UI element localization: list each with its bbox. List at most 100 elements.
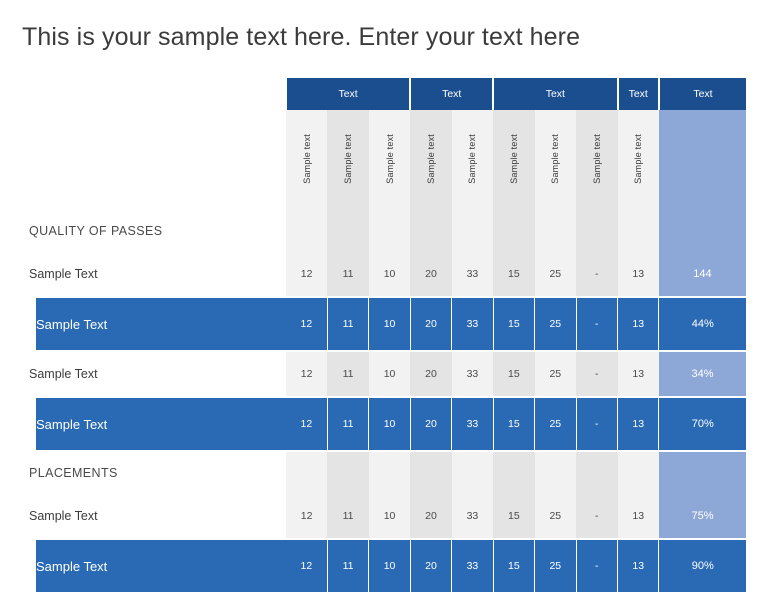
data-cell	[368, 210, 411, 252]
data-cell: 12	[285, 351, 328, 397]
data-cell: 33	[451, 494, 494, 539]
sub-header-9[interactable]: Sample text	[617, 110, 659, 210]
data-cell: 10	[368, 494, 411, 539]
data-matrix-table: Text Text Text Text Text Sample text Sample t…	[22, 78, 746, 594]
column-group-header-5[interactable]: Text	[657, 78, 746, 110]
table-row[interactable]: Sample Text 12 11 10 20 33 15 25-13 44%	[22, 296, 746, 352]
data-cell: 25	[534, 494, 577, 539]
total-cell: 90%	[658, 538, 746, 594]
column-group-header-4[interactable]: Text	[616, 78, 660, 110]
column-group-header-1[interactable]: Text	[284, 78, 412, 110]
table-row[interactable]: Sample Text 12 11 10 20 33 15 25-13 70%	[22, 396, 746, 452]
data-cell: -	[576, 252, 618, 297]
data-cell: 25	[534, 538, 577, 594]
data-cell: 20	[410, 296, 453, 352]
table-head: Text Text Text Text Text Sample text Sample t…	[29, 78, 746, 210]
sub-header-label: Sample text	[425, 134, 436, 184]
data-cell: 13	[617, 494, 659, 539]
data-cell: 25	[534, 252, 577, 297]
data-cell: 12	[285, 252, 328, 297]
data-cell: -	[576, 351, 618, 397]
table-row[interactable]: PLACEMENTS	[29, 451, 746, 494]
data-cell	[327, 451, 369, 494]
table-row[interactable]: Sample Text 12 11 10 20 33 15 25-13 90%	[22, 538, 746, 594]
row-label: Sample Text	[29, 252, 286, 297]
sub-header-label: Sample text	[384, 134, 395, 184]
data-cell: 13	[617, 296, 660, 352]
data-cell	[285, 210, 328, 252]
data-cell: 10	[368, 296, 411, 352]
row-label: Sample Text	[29, 351, 286, 397]
data-cell: 20	[410, 538, 453, 594]
column-group-header-row: Text Text Text Text Text	[29, 78, 746, 110]
table-row[interactable]: Sample Text 12 11 10 20 33 15 25-13 34%	[29, 351, 746, 397]
data-cell: 11	[327, 396, 370, 452]
data-cell: 10	[368, 396, 411, 452]
sub-header-label: Sample text	[508, 134, 519, 184]
data-cell	[451, 210, 494, 252]
total-cell	[658, 210, 746, 252]
table-row[interactable]: Sample Text 12 11 10 20 33 15 25-13 144	[29, 252, 746, 297]
sub-header-1[interactable]: Sample text	[285, 110, 328, 210]
data-cell: 11	[327, 538, 370, 594]
data-cell: 15	[493, 296, 536, 352]
data-cell	[534, 210, 577, 252]
matrix: Text Text Text Text Text Sample text Sample t…	[22, 78, 746, 594]
data-cell: -	[576, 494, 618, 539]
sub-header-7[interactable]: Sample text	[534, 110, 577, 210]
data-cell: 11	[327, 351, 369, 397]
data-cell: -	[576, 296, 619, 352]
data-cell	[451, 451, 494, 494]
data-cell	[534, 451, 577, 494]
data-cell: 11	[327, 296, 370, 352]
total-cell	[658, 451, 746, 494]
table-row[interactable]: Sample Text 12 11 10 20 33 15 25-13 75%	[29, 494, 746, 539]
table-row[interactable]: QUALITY OF PASSES	[29, 210, 746, 252]
data-cell	[327, 210, 369, 252]
sub-header-5[interactable]: Sample text	[451, 110, 494, 210]
data-cell: 12	[285, 494, 328, 539]
data-cell: 15	[493, 494, 535, 539]
data-cell: 15	[493, 252, 535, 297]
sub-header-4[interactable]: Sample text	[410, 110, 452, 210]
sub-header-label: Sample text	[301, 134, 312, 184]
data-cell: 10	[368, 538, 411, 594]
data-cell	[576, 451, 618, 494]
column-group-header-2[interactable]: Text	[409, 78, 495, 110]
data-cell: 13	[617, 252, 659, 297]
data-cell: 13	[617, 538, 660, 594]
data-cell: 25	[534, 396, 577, 452]
sub-header-row: Sample text Sample text Sample text Sample …	[29, 110, 746, 210]
data-cell: 13	[617, 351, 659, 397]
data-cell: 12	[285, 396, 328, 452]
data-cell: 13	[617, 396, 660, 452]
total-cell: 34%	[658, 351, 746, 397]
column-group-header-3[interactable]: Text	[492, 78, 619, 110]
data-cell: 15	[493, 538, 536, 594]
data-cell: 20	[410, 396, 453, 452]
total-column-header	[658, 110, 746, 210]
sub-header-6[interactable]: Sample text	[493, 110, 535, 210]
table-body: QUALITY OF PASSES Sample Text 12 11 10 20 33 15…	[22, 210, 746, 594]
data-cell: 20	[410, 252, 452, 297]
data-cell: 33	[451, 252, 494, 297]
sub-header-corner-spacer	[29, 110, 286, 210]
sub-header-label: Sample text	[550, 134, 561, 184]
sub-header-label: Sample text	[591, 134, 602, 184]
sub-header-3[interactable]: Sample text	[368, 110, 411, 210]
data-cell: 15	[493, 351, 535, 397]
data-cell: 25	[534, 296, 577, 352]
sub-header-2[interactable]: Sample text	[327, 110, 369, 210]
data-cell	[617, 451, 659, 494]
total-cell: 75%	[658, 494, 746, 539]
data-cell: 12	[285, 296, 328, 352]
data-cell: 10	[368, 252, 411, 297]
data-cell: 33	[451, 351, 494, 397]
data-cell	[576, 210, 618, 252]
row-label: Sample Text	[22, 396, 286, 452]
sub-header-8[interactable]: Sample text	[576, 110, 618, 210]
data-cell	[285, 451, 328, 494]
data-cell: 33	[451, 396, 494, 452]
data-cell: 25	[534, 351, 577, 397]
total-cell: 44%	[658, 296, 746, 352]
